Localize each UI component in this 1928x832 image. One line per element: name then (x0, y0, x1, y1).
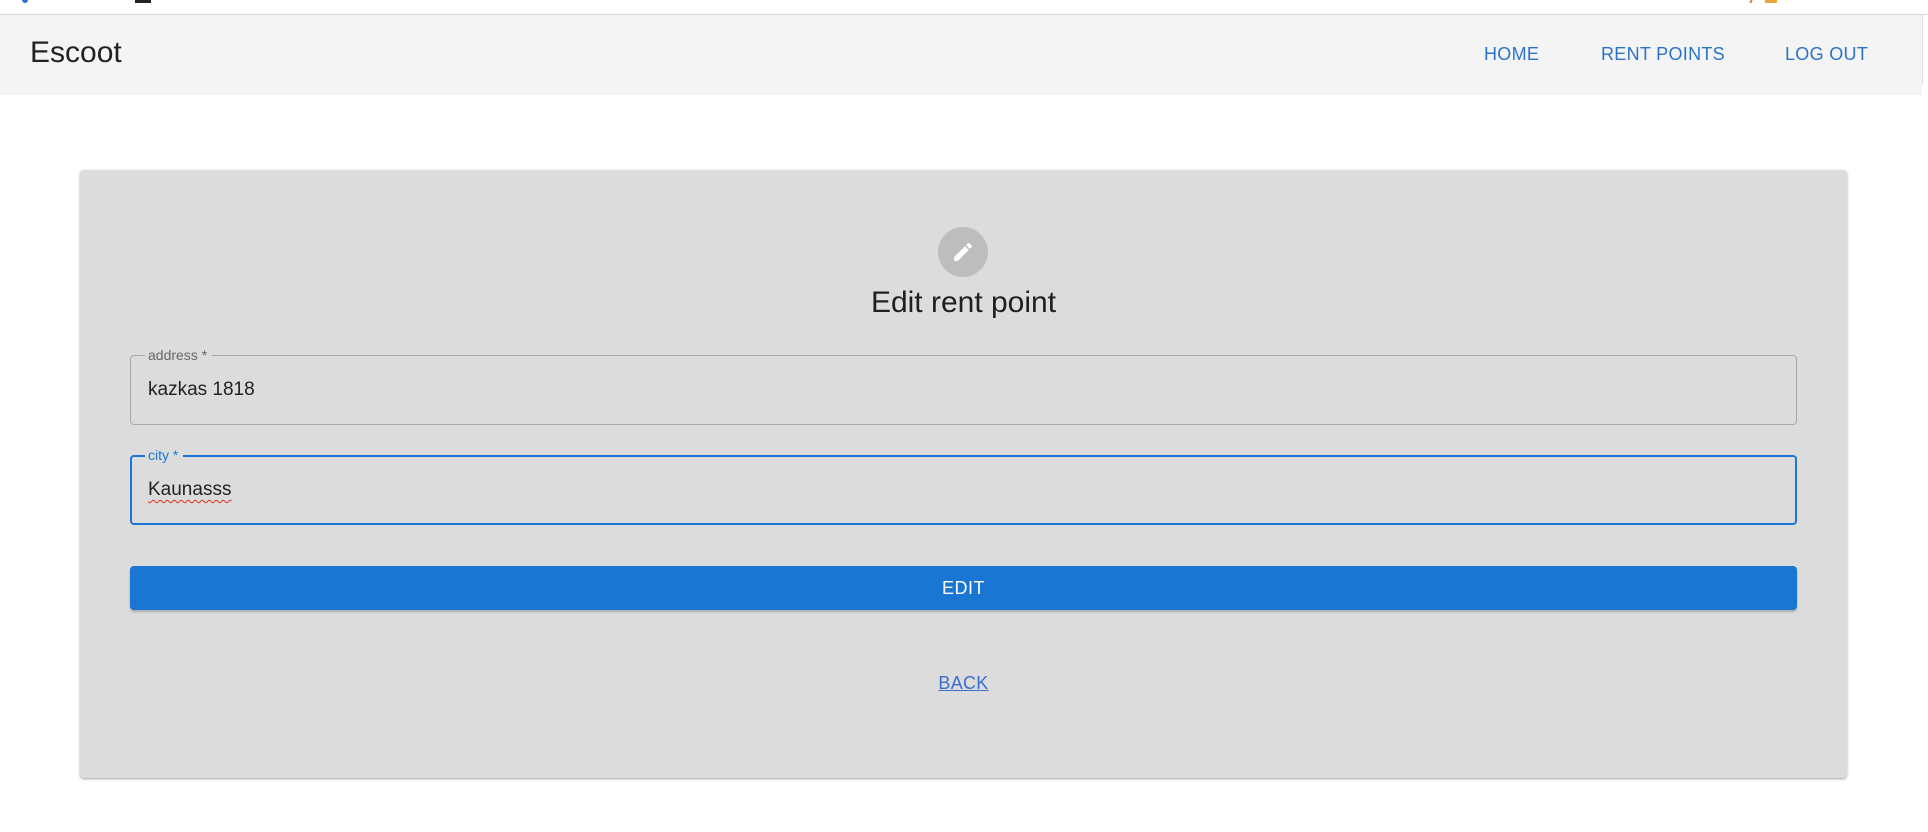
edit-avatar (938, 227, 988, 277)
window-edge (1922, 15, 1928, 85)
toolbar-icon-fragment (22, 0, 28, 3)
nav-home-link[interactable]: HOME (1484, 43, 1539, 65)
toolbar-icon-fragment (1749, 0, 1753, 3)
city-field[interactable]: city * Kaunasss (130, 447, 1797, 525)
address-label: address * (145, 347, 213, 363)
nav-log-out-link[interactable]: LOG OUT (1785, 43, 1868, 65)
form-title: Edit rent point (870, 286, 1057, 319)
toolbar-icon-fragment (1765, 0, 1777, 3)
back-link[interactable]: BACK (938, 673, 988, 693)
pencil-icon (954, 242, 973, 261)
edit-rent-point-card: Edit rent point address * kazkas 1818 ci… (80, 170, 1847, 778)
city-input[interactable]: Kaunasss (148, 479, 231, 501)
browser-top-strip (0, 0, 1928, 15)
address-field[interactable]: address * kazkas 1818 (130, 347, 1797, 425)
app-bar: Escoot HOME RENT POINTS LOG OUT (0, 15, 1922, 95)
edit-button[interactable]: EDIT (130, 566, 1797, 610)
city-label: city * (145, 447, 184, 463)
brand-title: Escoot (30, 36, 122, 69)
address-input[interactable]: kazkas 1818 (148, 379, 255, 401)
toolbar-icon-fragment (135, 0, 151, 3)
nav-rent-points-link[interactable]: RENT POINTS (1601, 43, 1725, 65)
back-link-row: BACK (80, 672, 1847, 694)
